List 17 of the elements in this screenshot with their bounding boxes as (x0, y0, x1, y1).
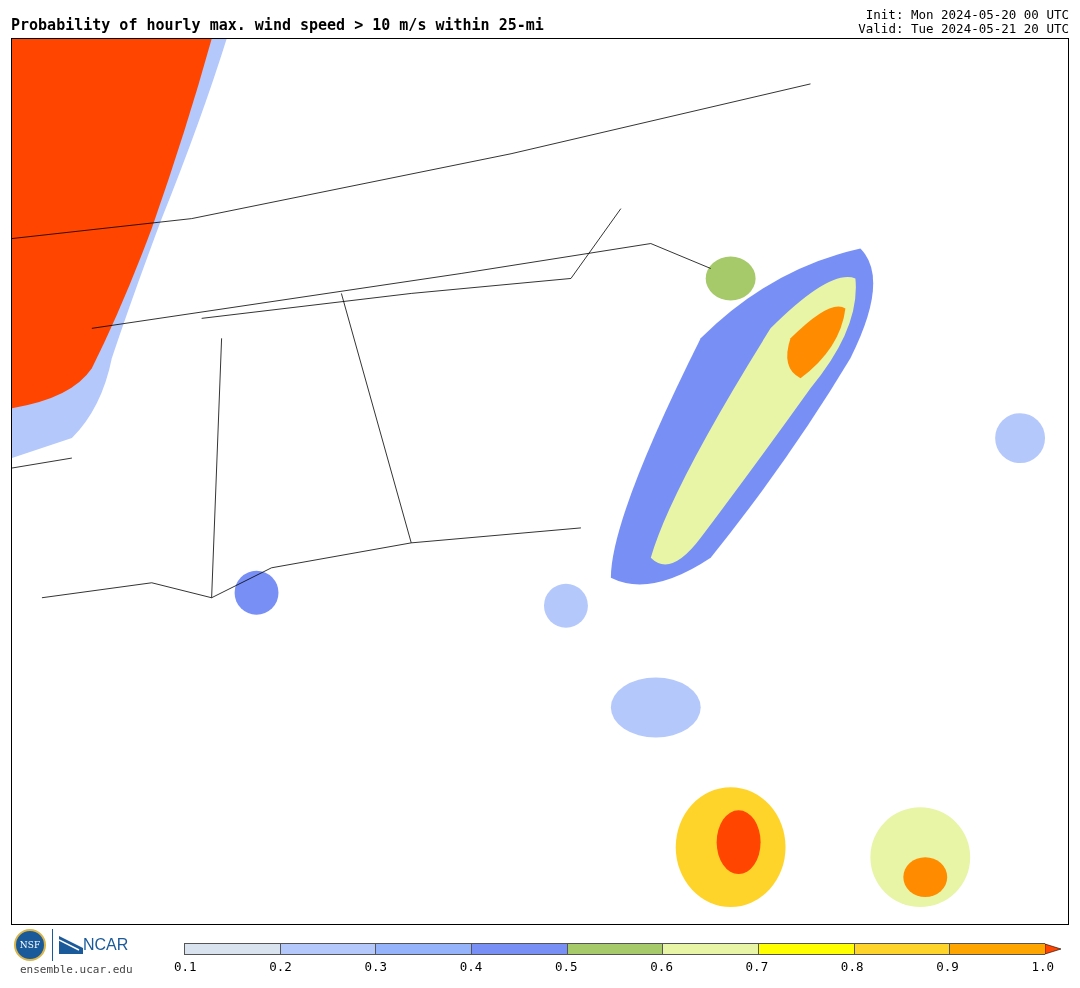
tick-label: 0.5 (555, 959, 578, 974)
website-url: ensemble.ucar.edu (19, 963, 133, 976)
valid-time: Valid: Tue 2024-05-21 20 UTC (858, 22, 1069, 36)
tick-label: 0.8 (840, 959, 864, 974)
ncar-logo: NCAR (83, 936, 129, 954)
tick-label: 0.4 (459, 959, 483, 974)
init-time: Init: Mon 2024-05-20 00 UTC (865, 8, 1069, 22)
tick-label: 0.9 (936, 959, 959, 974)
tick-label: 0.2 (269, 959, 292, 974)
tick-label: 0.1 (174, 959, 197, 974)
tick-label: 1.0 (1031, 959, 1054, 974)
chart-title: Probability of hourly max. wind speed > 10 m/s within 25-mi (11, 16, 544, 36)
tick-label: 0.7 (745, 959, 769, 974)
ncar-logo-icon (59, 936, 83, 954)
tick-label: 0.6 (650, 959, 673, 974)
tick-label: 0.3 (364, 959, 388, 974)
nsf-logo: NSF (14, 929, 46, 961)
